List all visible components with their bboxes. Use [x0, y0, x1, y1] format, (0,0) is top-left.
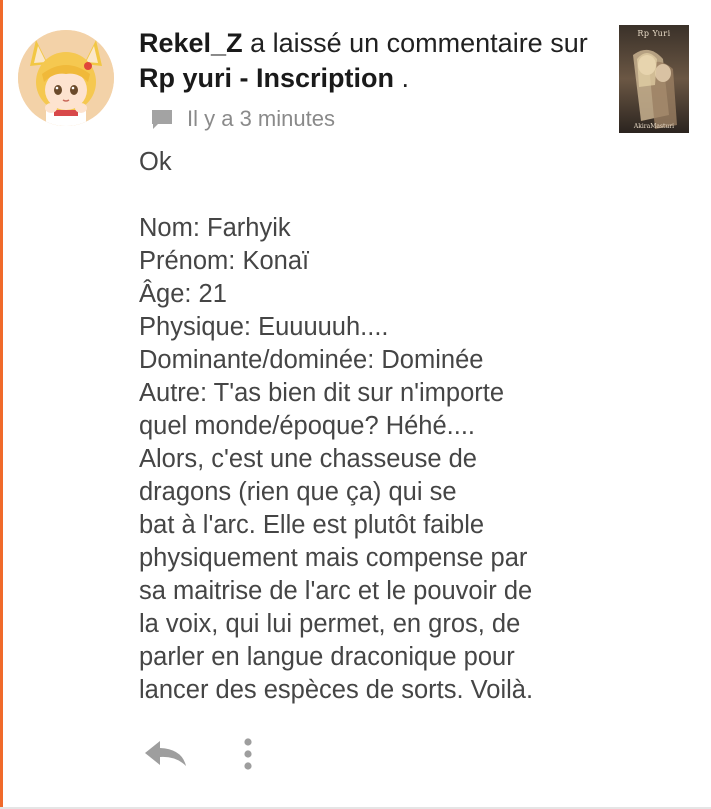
unread-accent-bar [0, 0, 3, 809]
thumbnail-author: AkiraMasturi [633, 123, 675, 130]
comment-line: Alors, c'est une chasseuse de [139, 445, 477, 473]
comment-line: sa maitrise de l'arc et le pouvoir de [139, 577, 533, 605]
notification-header: Rekel_Z a laissé un commentaire sur Rp y… [139, 26, 599, 96]
comment-line: Prénom: Konaï [139, 247, 310, 275]
thumbnail-image [619, 25, 689, 133]
post-thumbnail[interactable]: Rp Yuri AkiraMasturi [619, 25, 689, 133]
notification-meta: Il y a 3 minutes [150, 104, 335, 134]
notification-card[interactable]: Rekel_Z a laissé un commentaire sur Rp y… [0, 0, 711, 809]
trailing-text: . [394, 63, 410, 93]
avatar-image [18, 30, 114, 126]
comment-line: quel monde/époque? Héhé.... [139, 412, 476, 440]
comment-line: parler en langue draconique pour [139, 643, 515, 671]
thumbnail-title: Rp Yuri [637, 29, 671, 38]
comment-line: bat à l'arc. Elle est plutôt faible [139, 511, 485, 539]
more-options-button[interactable] [233, 736, 263, 772]
comment-line [139, 179, 609, 212]
comment-line: dragons (rien que ça) qui se [139, 478, 457, 506]
comment-bubble-icon [150, 108, 174, 130]
comment-line: la voix, qui lui permet, en gros, de [139, 610, 521, 638]
avatar[interactable] [18, 30, 114, 126]
username-link[interactable]: Rekel_Z [139, 28, 243, 58]
comment-line: Dominante/dominée: Dominée [139, 346, 484, 374]
comment-body: Ok Nom: Farhyik Prénom: Konaï Âge: 21 Ph… [139, 146, 609, 707]
comment-line: Âge: 21 [139, 280, 227, 308]
comment-line: Nom: Farhyik [139, 214, 291, 242]
comment-line: Ok [139, 148, 172, 176]
timestamp: Il y a 3 minutes [187, 106, 335, 131]
comment-line: physiquement mais compense par [139, 544, 528, 572]
comment-line: lancer des espèces de sorts. Voilà. [139, 676, 534, 704]
reply-button[interactable] [139, 736, 191, 772]
comment-line: Physique: Euuuuuh.... [139, 313, 389, 341]
comment-actions [139, 736, 263, 772]
post-title-link[interactable]: Rp yuri - Inscription [139, 63, 394, 93]
more-vertical-icon [244, 738, 252, 770]
comment-line: Autre: T'as bien dit sur n'importe [139, 379, 505, 407]
reply-arrow-icon [145, 741, 186, 766]
action-text: a laissé un commentaire sur [242, 28, 588, 58]
